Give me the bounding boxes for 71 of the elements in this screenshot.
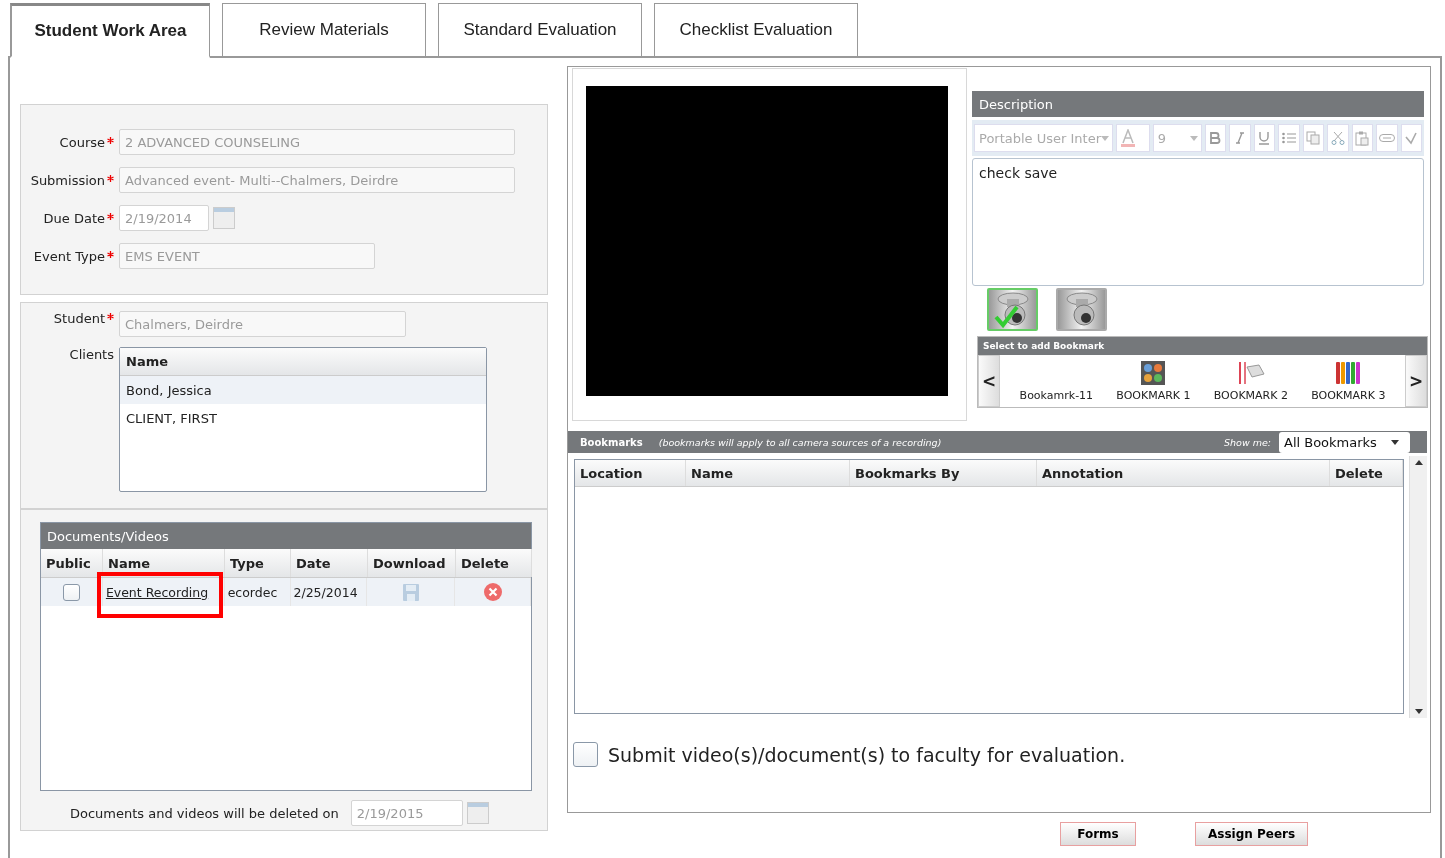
italic-icon[interactable] bbox=[1229, 124, 1251, 152]
tab[interactable]: Student Work Area bbox=[10, 3, 210, 58]
column-header: Annotation bbox=[1037, 460, 1330, 486]
field-label: Student bbox=[21, 311, 119, 326]
color-select[interactable] bbox=[1116, 124, 1150, 152]
column-header: Name bbox=[120, 348, 486, 376]
bookmarks-title: Bookmarks bbox=[580, 436, 643, 448]
checkbox-label: Submit video(s)/document(s) to faculty for evaluation. bbox=[608, 743, 1126, 766]
section-title: Description bbox=[972, 91, 1424, 117]
camera-button[interactable] bbox=[987, 288, 1038, 331]
deletion-note: Documents and videos will be deleted on bbox=[70, 805, 339, 821]
calendar-icon[interactable] bbox=[213, 207, 235, 229]
prev-button[interactable]: < bbox=[978, 355, 1000, 407]
column-header: Name bbox=[686, 460, 850, 486]
next-button[interactable]: > bbox=[1405, 355, 1427, 407]
column-header: Delete bbox=[1330, 460, 1403, 486]
caret-icon bbox=[1391, 439, 1399, 445]
column-header: Date bbox=[291, 549, 368, 577]
field-label: Due Date bbox=[21, 210, 119, 226]
list-icon[interactable] bbox=[1278, 124, 1300, 152]
column-header: Location bbox=[575, 460, 686, 486]
spellcheck-icon[interactable] bbox=[1400, 124, 1423, 152]
grid-icon bbox=[1141, 361, 1166, 385]
cut-icon[interactable] bbox=[1327, 124, 1349, 152]
bookmark-option[interactable]: Bookamrk-11 bbox=[1019, 355, 1094, 407]
caret-icon bbox=[1101, 135, 1109, 141]
action-button[interactable]: Forms bbox=[1060, 822, 1136, 846]
underline-icon[interactable] bbox=[1253, 124, 1276, 152]
field-label: Clients bbox=[68, 347, 115, 362]
bookmark-option[interactable]: BOOKMARK 2 bbox=[1213, 355, 1288, 407]
field-label: Event Type bbox=[21, 248, 119, 264]
filter-label: Show me: bbox=[1224, 436, 1271, 448]
bookmark-option[interactable]: BOOKMARK 3 bbox=[1311, 355, 1386, 407]
caret-icon bbox=[1189, 135, 1198, 141]
bookmarks-note: (bookmarks will apply to all camera sources of a recording) bbox=[658, 436, 943, 448]
filter-select[interactable]: All Bookmarks bbox=[1279, 431, 1410, 453]
copy-icon[interactable] bbox=[1302, 124, 1325, 152]
flag-icon bbox=[1236, 361, 1265, 385]
column-header: Type bbox=[225, 549, 291, 577]
column-header: Public bbox=[41, 549, 103, 577]
camera-button[interactable] bbox=[1056, 288, 1107, 331]
table-title: Documents/Videos bbox=[41, 523, 531, 549]
scroll-down-icon[interactable] bbox=[1414, 709, 1423, 714]
tab[interactable]: Review Materials bbox=[222, 3, 426, 58]
description-editor[interactable]: check save bbox=[972, 158, 1424, 286]
picker-title: Select to add Bookmark bbox=[978, 337, 1427, 355]
list-item[interactable]: Bond, Jessica bbox=[120, 376, 486, 404]
text-color-icon bbox=[1121, 129, 1135, 147]
column-header: Bookmarks By bbox=[850, 460, 1037, 486]
tab[interactable]: Standard Evaluation bbox=[438, 3, 642, 58]
field-label: Course bbox=[21, 134, 119, 150]
calendar-icon[interactable] bbox=[466, 802, 489, 824]
column-header: Download bbox=[368, 549, 456, 577]
file-link[interactable]: Event Recording bbox=[105, 584, 209, 600]
table-cell: ecordec bbox=[227, 584, 278, 600]
delete-icon[interactable] bbox=[483, 583, 502, 601]
scrollbar[interactable] bbox=[1409, 456, 1427, 718]
bookmark-option[interactable]: BOOKMARK 1 bbox=[1116, 355, 1191, 407]
checkbox[interactable] bbox=[62, 583, 80, 601]
action-button[interactable]: Assign Peers bbox=[1195, 822, 1309, 846]
checkbox[interactable] bbox=[573, 742, 598, 767]
field-label: Submission bbox=[21, 172, 119, 188]
table-cell: 2/25/2014 bbox=[293, 584, 358, 600]
bold-icon[interactable] bbox=[1204, 124, 1227, 152]
stripes-icon bbox=[1336, 361, 1361, 385]
paste-icon[interactable] bbox=[1351, 124, 1374, 152]
link-icon[interactable] bbox=[1376, 124, 1398, 152]
scroll-up-icon[interactable] bbox=[1414, 460, 1423, 465]
column-header: Delete bbox=[456, 549, 532, 577]
save-icon[interactable] bbox=[402, 583, 419, 601]
tab[interactable]: Checklist Evaluation bbox=[654, 3, 858, 58]
